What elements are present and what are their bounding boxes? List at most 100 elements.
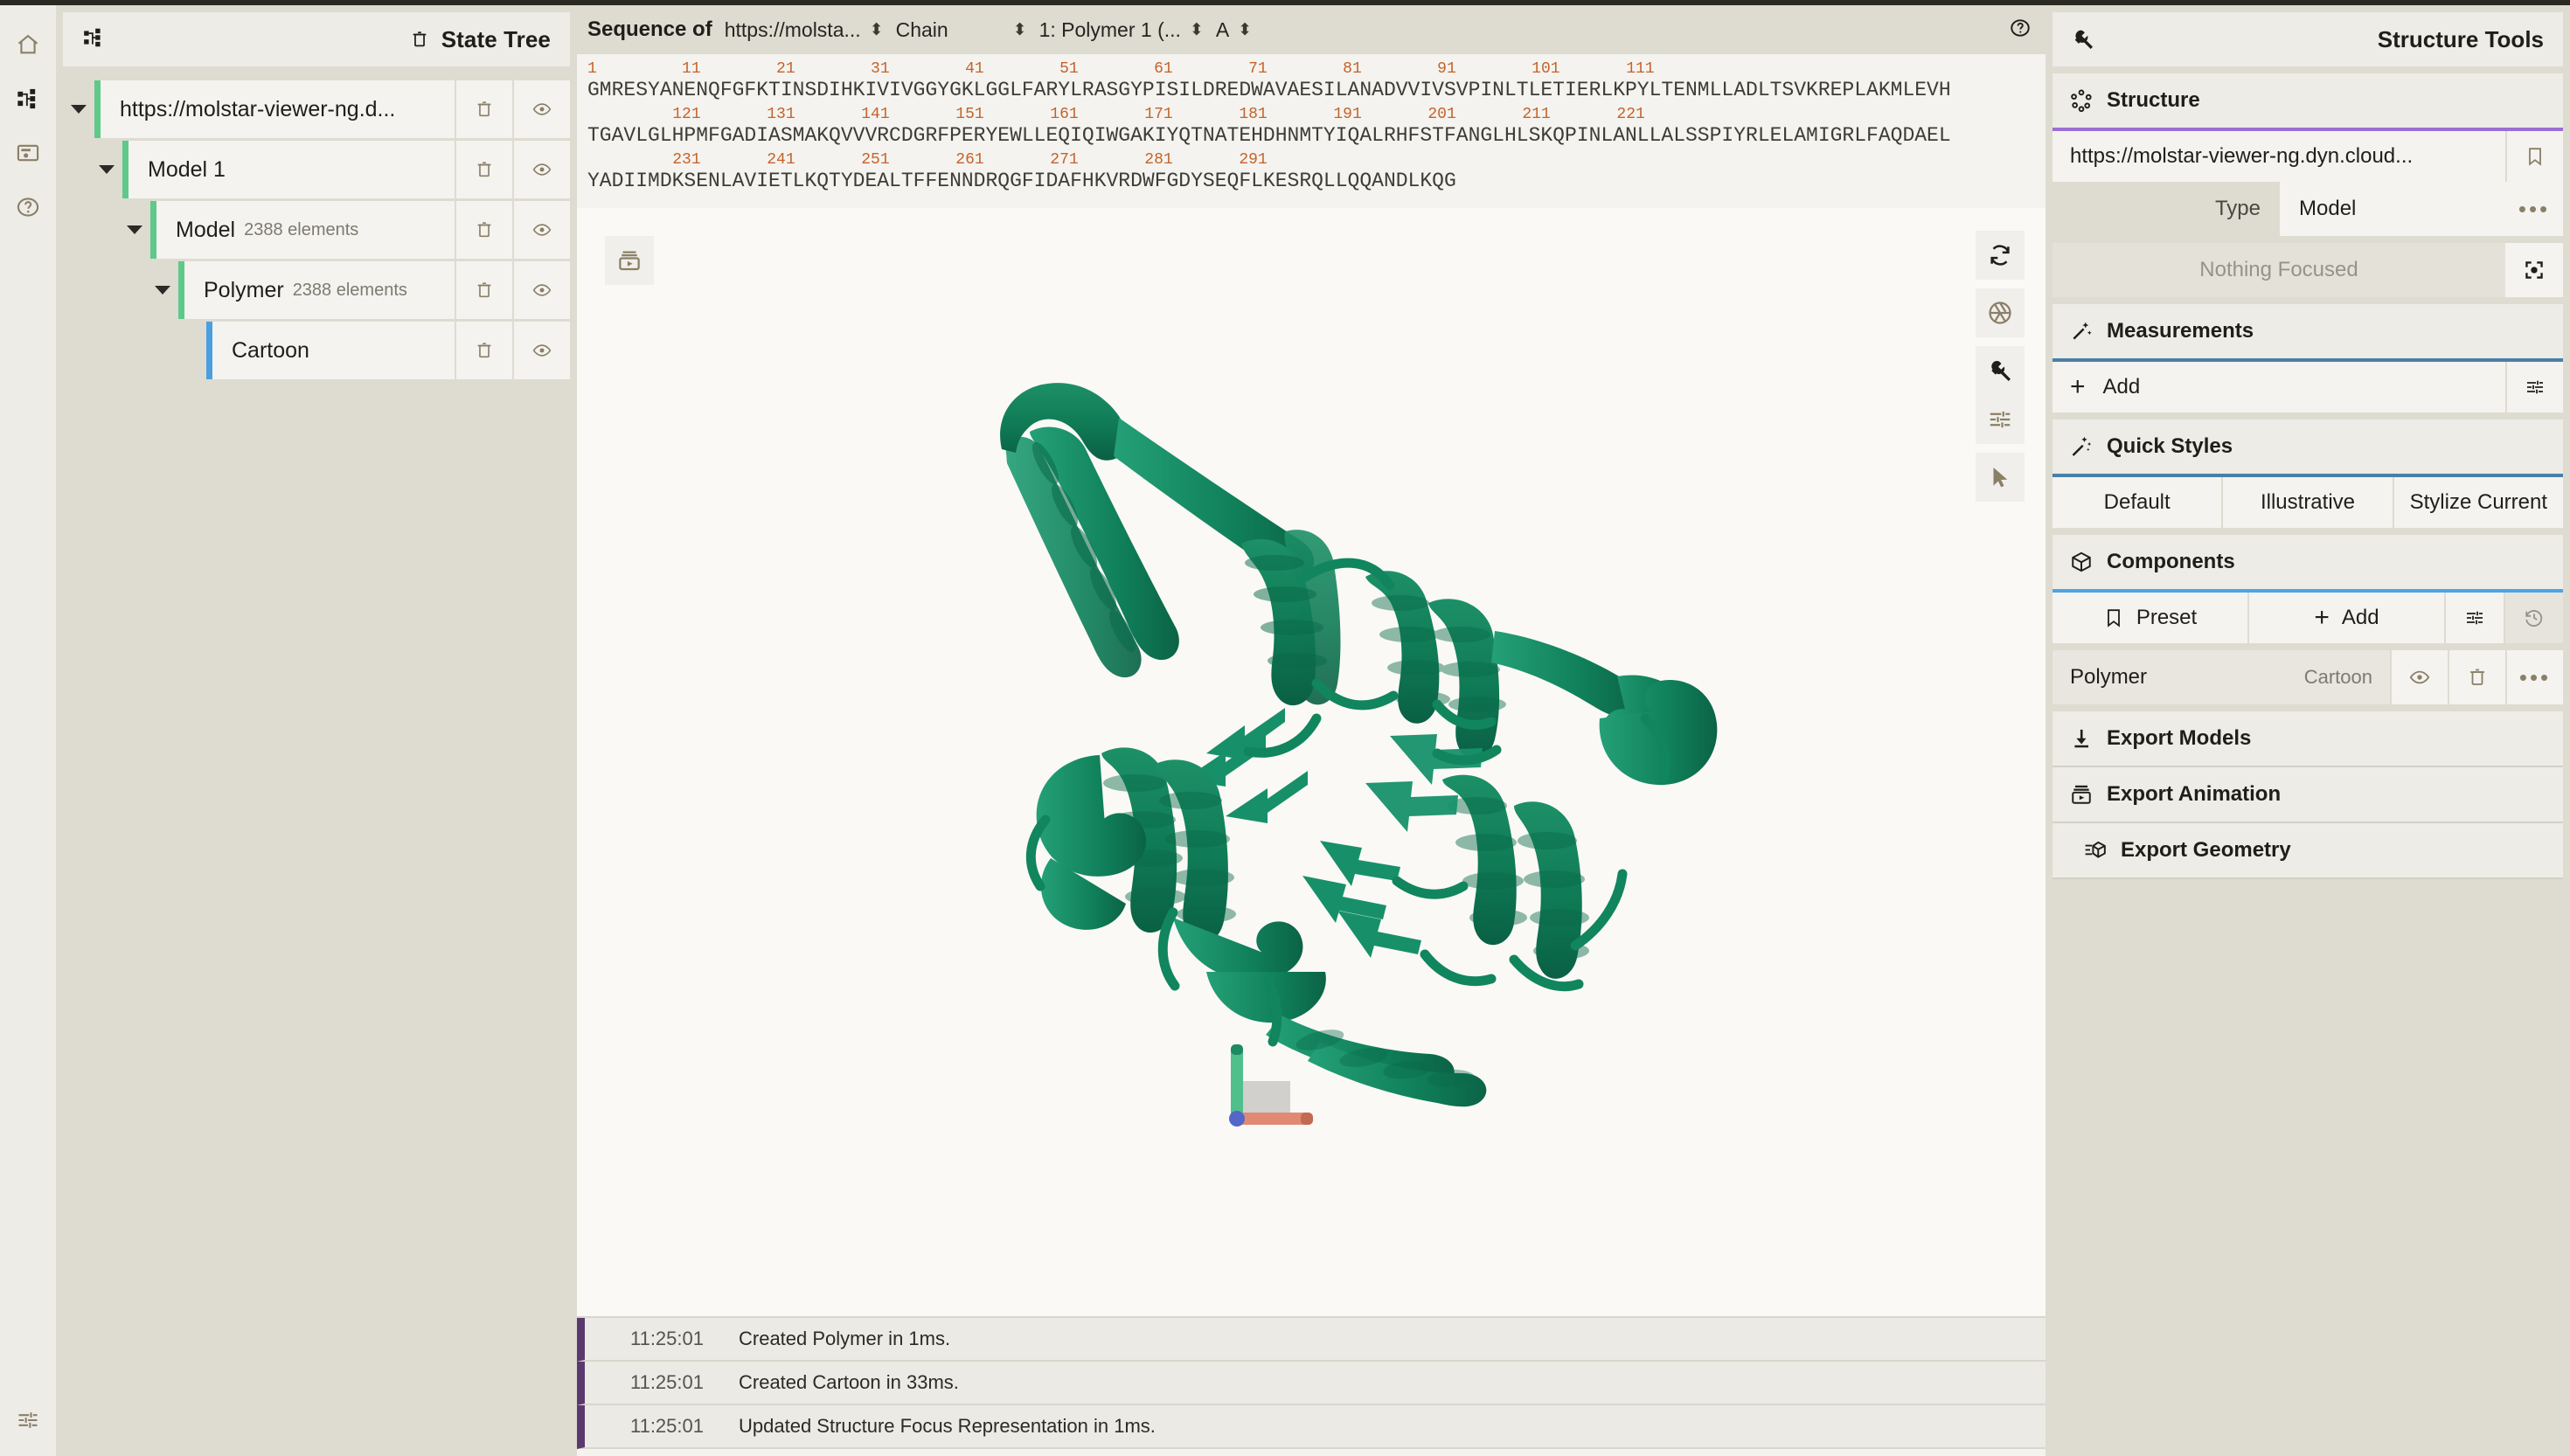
- components-options-button[interactable]: [2446, 593, 2504, 643]
- rail-item-help[interactable]: [0, 180, 56, 234]
- log-message: Created Cartoon in 33ms.: [739, 1371, 959, 1393]
- chevron-down-icon: [155, 286, 170, 295]
- table-row[interactable]: https://molstar-viewer-ng.d...: [63, 80, 570, 138]
- 3d-viewport[interactable]: [577, 208, 2046, 1316]
- tree-row-visibility[interactable]: [512, 141, 570, 198]
- molecule-icon: [2071, 89, 2092, 112]
- section-measurements[interactable]: Measurements: [2053, 304, 2563, 358]
- measurement-options-button[interactable]: [2505, 362, 2563, 413]
- tree-node-label[interactable]: Cartoon: [206, 322, 455, 379]
- structure-bookmark-button[interactable]: [2505, 131, 2563, 182]
- component-more-button[interactable]: •••: [2505, 650, 2563, 704]
- tree-expand-toggle[interactable]: [147, 261, 178, 319]
- tree-row-delete[interactable]: [455, 80, 512, 138]
- component-item-polymer[interactable]: Polymer Cartoon •••: [2053, 650, 2563, 704]
- quick-style-stylize-current-button[interactable]: Stylize Current: [2393, 477, 2563, 528]
- sequence-residues[interactable]: YADIIMDKSENLAVIETLKQTYDEALTFFENNDRQGFIDA…: [587, 171, 2035, 198]
- table-row[interactable]: Model 2388 elements: [119, 201, 570, 259]
- components-preset-label: Preset: [2136, 606, 2198, 629]
- tree-node-label[interactable]: Model 1: [122, 141, 455, 198]
- reset-camera-button[interactable]: [1976, 231, 2025, 280]
- tree-node-title: Polymer: [204, 277, 284, 302]
- tree-node-label[interactable]: Model 2388 elements: [150, 201, 455, 259]
- log-panel[interactable]: 11:25:01 Created Polymer in 1ms. 11:25:0…: [577, 1316, 2046, 1456]
- components-add-button[interactable]: + Add: [2249, 593, 2444, 643]
- operator-select[interactable]: A ⬍: [1216, 18, 1252, 42]
- download-icon: [2074, 729, 2089, 748]
- chevron-down-icon: [99, 165, 115, 174]
- quick-style-illustrative-button[interactable]: Illustrative: [2223, 477, 2393, 528]
- selection-cursor-button[interactable]: [1976, 453, 2025, 502]
- structure-type-label: Type: [2214, 197, 2261, 220]
- state-tree-panel: State Tree https://molstar-viewer-ng.d..…: [56, 5, 577, 1456]
- structure-select-value: https://molsta...: [724, 17, 861, 41]
- sequence-ticks: 231 241 251 261 271 281 291: [587, 151, 1268, 169]
- log-timestamp: 11:25:01: [629, 1415, 704, 1437]
- measurements-toolbar: + Add: [2053, 358, 2563, 413]
- focus-target-button[interactable]: [2505, 243, 2563, 297]
- log-message: Updated Structure Focus Representation i…: [739, 1415, 1156, 1437]
- log-message: Created Polymer in 1ms.: [739, 1328, 951, 1349]
- rail-item-home[interactable]: [0, 17, 56, 72]
- viewport-settings-button[interactable]: [1976, 346, 2025, 395]
- sequence-toolbar: Sequence of https://molsta... ⬍ Chain ⬍ …: [577, 5, 2046, 54]
- home-icon: [17, 34, 38, 54]
- section-components[interactable]: Components: [2053, 535, 2563, 589]
- sequence-help-button[interactable]: [2009, 17, 2032, 44]
- sequence-viewer[interactable]: 1 11 21 31 41 51 61 71 81 91 101 111 GMR…: [577, 54, 2046, 208]
- visibility-icon: [532, 284, 552, 296]
- tree-node-label[interactable]: Polymer 2388 elements: [178, 261, 455, 319]
- component-delete-button[interactable]: [2448, 650, 2505, 704]
- table-row[interactable]: Model 1: [91, 141, 570, 198]
- log-entry: 11:25:01 Created Cartoon in 33ms.: [577, 1362, 2046, 1405]
- quick-style-default-button[interactable]: Default: [2053, 477, 2222, 528]
- structure-select[interactable]: https://molsta... ⬍: [725, 18, 884, 42]
- tree-row-delete[interactable]: [455, 201, 512, 259]
- tree-row-delete[interactable]: [455, 261, 512, 319]
- sequence-residues[interactable]: TGAVLGLHPMFGADIASMAKQVVVRCDGRFPERYEWLLEQ…: [587, 126, 2035, 152]
- section-quick-styles[interactable]: Quick Styles: [2053, 419, 2563, 474]
- sliders-icon: [2467, 611, 2483, 625]
- tree-node-label[interactable]: https://molstar-viewer-ng.d...: [94, 80, 455, 138]
- controls-sliders-button[interactable]: [1976, 395, 2025, 444]
- delete-icon: [2470, 669, 2484, 685]
- structure-type-value[interactable]: Model: [2280, 182, 2505, 236]
- left-icon-rail: [0, 5, 56, 1456]
- chain-select[interactable]: 1: Polymer 1 (... ⬍: [1039, 18, 1204, 42]
- section-title: Quick Styles: [2107, 434, 2233, 458]
- structure-type-more-button[interactable]: •••: [2505, 182, 2563, 236]
- tree-row-visibility[interactable]: [512, 322, 570, 379]
- state-tree-icon: [17, 88, 36, 109]
- tree-row-visibility[interactable]: [512, 261, 570, 319]
- tree-expand-toggle[interactable]: [91, 141, 122, 198]
- table-row[interactable]: Polymer 2388 elements: [147, 261, 570, 319]
- tree-row-delete[interactable]: [455, 141, 512, 198]
- sequence-residues[interactable]: GMRESYANENQFGFKTINSDIHKIVIVGGYGKLGGLFARY…: [587, 80, 2035, 107]
- table-row[interactable]: Cartoon: [175, 322, 570, 379]
- components-preset-button[interactable]: Preset: [2053, 593, 2247, 643]
- tree-expand-toggle[interactable]: [63, 80, 94, 138]
- delete-icon[interactable]: [410, 29, 429, 50]
- measurement-add-button[interactable]: Add: [2086, 362, 2505, 413]
- visibility-icon: [532, 224, 552, 236]
- tree-row-visibility[interactable]: [512, 80, 570, 138]
- screenshot-button[interactable]: [1976, 288, 2025, 337]
- section-structure[interactable]: Structure: [2053, 73, 2563, 128]
- structure-source-row: https://molstar-viewer-ng.dyn.cloud...: [2053, 128, 2563, 182]
- entity-select[interactable]: Chain ⬍: [896, 18, 1027, 42]
- tree-expand-toggle[interactable]: [119, 201, 150, 259]
- export-geometry-row[interactable]: Export Geometry: [2053, 823, 2563, 879]
- rail-item-session[interactable]: [0, 126, 56, 180]
- rail-item-settings[interactable]: [0, 1402, 56, 1456]
- viewport-settings-icon: [1991, 360, 2011, 381]
- plus-icon: +: [2314, 603, 2330, 632]
- rail-item-state-tree[interactable]: [0, 72, 56, 126]
- components-history-button[interactable]: [2505, 593, 2563, 643]
- tree-row-visibility[interactable]: [512, 201, 570, 259]
- export-animation-row[interactable]: Export Animation: [2053, 767, 2563, 823]
- screenshot-icon: [1989, 302, 2011, 324]
- component-visibility-button[interactable]: [2390, 650, 2448, 704]
- tree-row-delete[interactable]: [455, 322, 512, 379]
- state-tree-title: State Tree: [441, 25, 551, 52]
- export-models-row[interactable]: Export Models: [2053, 711, 2563, 767]
